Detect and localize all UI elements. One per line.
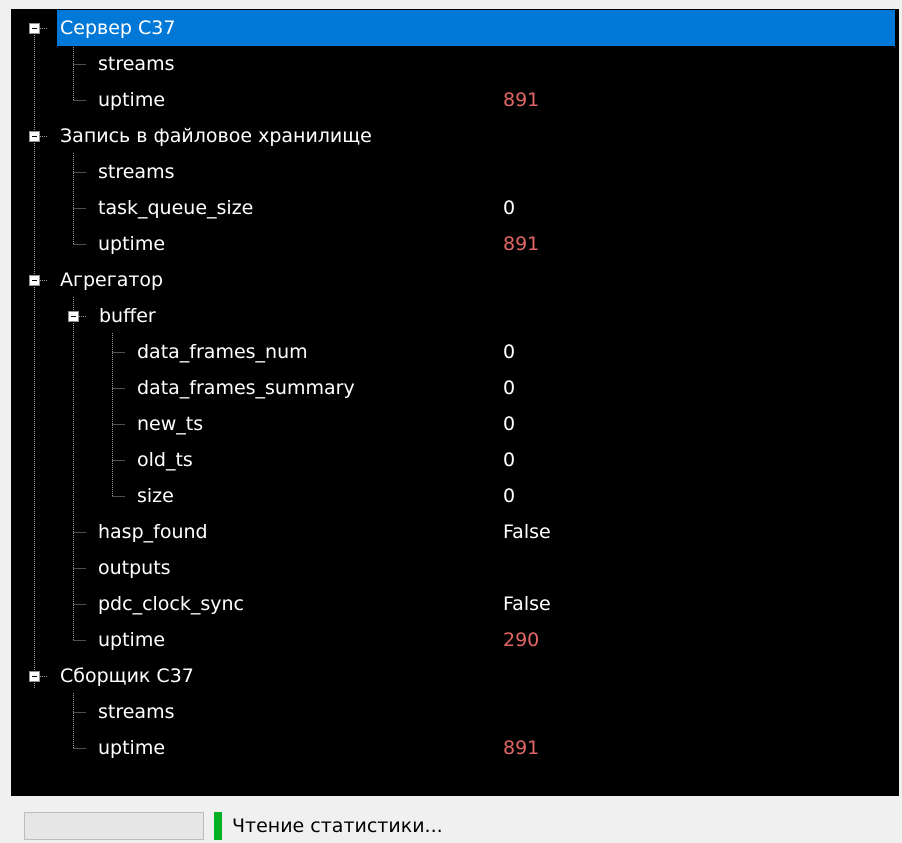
tree-node-file-storage[interactable]: Запись в файловое хранилище [11, 118, 899, 154]
node-value: 891 [503, 233, 540, 255]
node-label: task_queue_size [98, 197, 254, 219]
node-label: data_frames_num [137, 341, 308, 363]
node-value: 891 [503, 89, 540, 111]
progress-bar [24, 812, 204, 840]
node-label: old_ts [137, 449, 193, 471]
node-label: streams [98, 53, 175, 75]
tree-node-streams[interactable]: streams [11, 154, 899, 190]
status-bar: Чтение статистики... [0, 796, 902, 843]
node-value: 0 [503, 413, 516, 435]
tree-node-server-c37[interactable]: Сервер С37 [11, 10, 899, 46]
status-indicator [214, 812, 222, 840]
node-label: streams [98, 701, 175, 723]
tree-node-streams[interactable]: streams [11, 46, 899, 82]
node-value: 0 [503, 485, 516, 507]
node-label: new_ts [137, 413, 204, 435]
tree-node-pdc-clock-sync[interactable]: pdc_clock_sync False [11, 586, 899, 622]
node-label: buffer [99, 305, 156, 327]
node-label: uptime [98, 737, 166, 759]
node-value: 290 [503, 629, 540, 651]
node-label: size [137, 485, 174, 507]
node-label: Агрегатор [60, 269, 164, 291]
status-text: Чтение статистики... [232, 815, 443, 837]
node-label: streams [98, 161, 175, 183]
tree-node-uptime[interactable]: uptime 290 [11, 622, 899, 658]
tree-node-buffer[interactable]: buffer [11, 298, 899, 334]
tree-node-old-ts[interactable]: old_ts 0 [11, 442, 899, 478]
node-value: False [503, 521, 551, 543]
tree-node-uptime[interactable]: uptime 891 [11, 730, 899, 766]
node-value: 0 [503, 197, 516, 219]
node-label: uptime [98, 629, 166, 651]
tree-node-data-frames-summary[interactable]: data_frames_summary 0 [11, 370, 899, 406]
node-label: Сборщик С37 [60, 665, 194, 687]
node-label: Сервер С37 [60, 17, 176, 39]
node-value: 0 [503, 449, 516, 471]
tree-node-aggregator[interactable]: Агрегатор [11, 262, 899, 298]
node-label: pdc_clock_sync [98, 593, 244, 615]
statistics-tree[interactable]: Сервер С37 streams uptime 891 Запись в ф… [11, 9, 899, 796]
tree-node-streams[interactable]: streams [11, 694, 899, 730]
node-label: outputs [98, 557, 171, 579]
tree-node-uptime[interactable]: uptime 891 [11, 82, 899, 118]
tree-node-uptime[interactable]: uptime 891 [11, 226, 899, 262]
tree-node-task-queue-size[interactable]: task_queue_size 0 [11, 190, 899, 226]
tree-node-hasp-found[interactable]: hasp_found False [11, 514, 899, 550]
node-value: 0 [503, 341, 516, 363]
node-value: 0 [503, 377, 516, 399]
node-label: Запись в файловое хранилище [60, 125, 372, 147]
node-label: data_frames_summary [137, 377, 355, 399]
tree-node-data-frames-num[interactable]: data_frames_num 0 [11, 334, 899, 370]
tree-node-new-ts[interactable]: new_ts 0 [11, 406, 899, 442]
tree-node-size[interactable]: size 0 [11, 478, 899, 514]
node-value: 891 [503, 737, 540, 759]
node-value: False [503, 593, 551, 615]
node-label: uptime [98, 233, 166, 255]
tree-node-collector-c37[interactable]: Сборщик С37 [11, 658, 899, 694]
node-label: uptime [98, 89, 166, 111]
node-label: hasp_found [98, 521, 208, 543]
tree-node-outputs[interactable]: outputs [11, 550, 899, 586]
statistics-window: Сервер С37 streams uptime 891 Запись в ф… [0, 0, 902, 843]
